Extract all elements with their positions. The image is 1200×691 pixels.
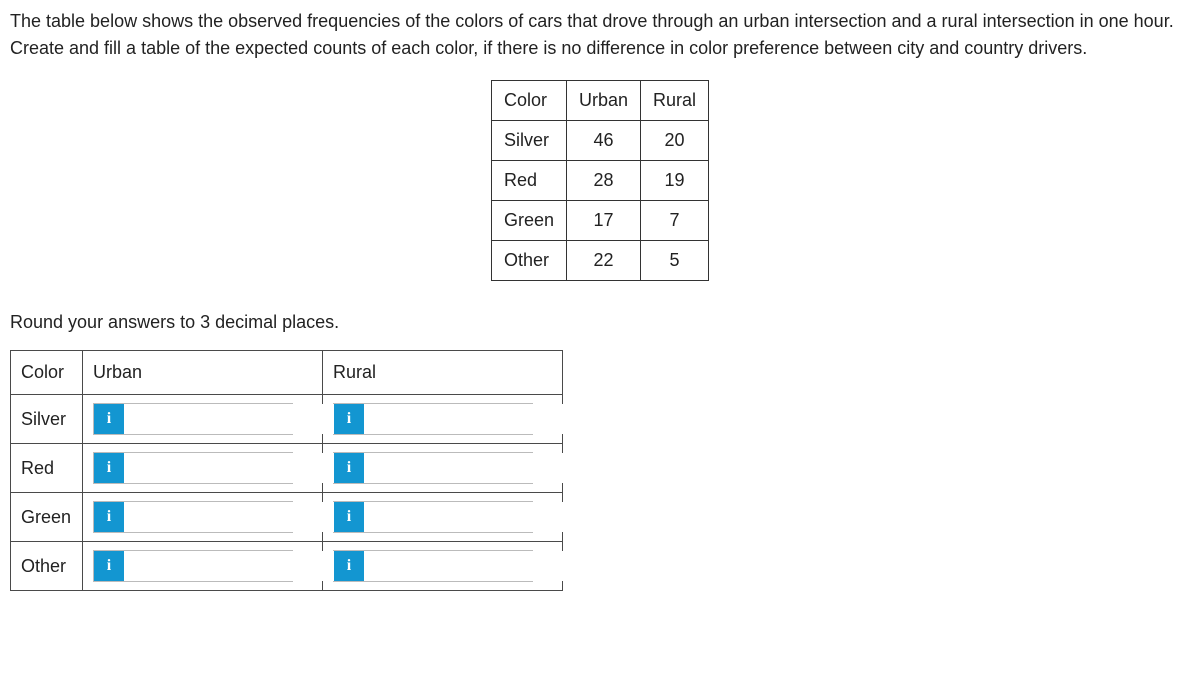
info-icon[interactable]: i [334,502,364,532]
answer-input-wrap: i [93,403,293,435]
observed-urban: 46 [566,121,640,161]
info-icon[interactable]: i [334,404,364,434]
table-row: Color Urban Rural [491,81,708,121]
observed-rural: 7 [641,201,709,241]
other-rural-input[interactable] [364,551,575,581]
question-prompt: The table below shows the observed frequ… [10,8,1190,62]
red-rural-input[interactable] [364,453,575,483]
answer-header-rural: Rural [323,351,563,395]
observed-header-color: Color [491,81,566,121]
answer-input-wrap: i [333,403,533,435]
observed-color: Other [491,241,566,281]
observed-urban: 28 [566,161,640,201]
silver-urban-input[interactable] [124,404,335,434]
answer-color: Other [11,542,83,591]
answer-color: Silver [11,395,83,444]
table-row: Green 17 7 [491,201,708,241]
green-rural-input[interactable] [364,502,575,532]
observed-header-urban: Urban [566,81,640,121]
info-icon[interactable]: i [334,453,364,483]
table-row: Other i i [11,542,563,591]
info-icon[interactable]: i [94,453,124,483]
answer-input-wrap: i [333,452,533,484]
answer-header-color: Color [11,351,83,395]
info-icon[interactable]: i [334,551,364,581]
info-icon[interactable]: i [94,502,124,532]
other-urban-input[interactable] [124,551,335,581]
answer-input-wrap: i [93,501,293,533]
observed-urban: 22 [566,241,640,281]
observed-rural: 19 [641,161,709,201]
answer-input-wrap: i [333,550,533,582]
observed-color: Red [491,161,566,201]
table-row: Other 22 5 [491,241,708,281]
observed-urban: 17 [566,201,640,241]
table-row: Silver i i [11,395,563,444]
silver-rural-input[interactable] [364,404,575,434]
answer-input-wrap: i [333,501,533,533]
rounding-instruction: Round your answers to 3 decimal places. [10,309,1190,336]
answer-color: Green [11,493,83,542]
green-urban-input[interactable] [124,502,335,532]
table-row: Red i i [11,444,563,493]
table-row: Color Urban Rural [11,351,563,395]
answer-table: Color Urban Rural Silver i i Red i [10,350,563,591]
observed-header-rural: Rural [641,81,709,121]
observed-color: Green [491,201,566,241]
table-row: Red 28 19 [491,161,708,201]
answer-input-wrap: i [93,452,293,484]
answer-input-wrap: i [93,550,293,582]
info-icon[interactable]: i [94,404,124,434]
observed-table: Color Urban Rural Silver 46 20 Red 28 19… [491,80,709,281]
table-row: Green i i [11,493,563,542]
answer-color: Red [11,444,83,493]
observed-rural: 5 [641,241,709,281]
answer-header-urban: Urban [83,351,323,395]
observed-table-wrap: Color Urban Rural Silver 46 20 Red 28 19… [10,80,1190,281]
red-urban-input[interactable] [124,453,335,483]
observed-rural: 20 [641,121,709,161]
table-row: Silver 46 20 [491,121,708,161]
observed-color: Silver [491,121,566,161]
info-icon[interactable]: i [94,551,124,581]
